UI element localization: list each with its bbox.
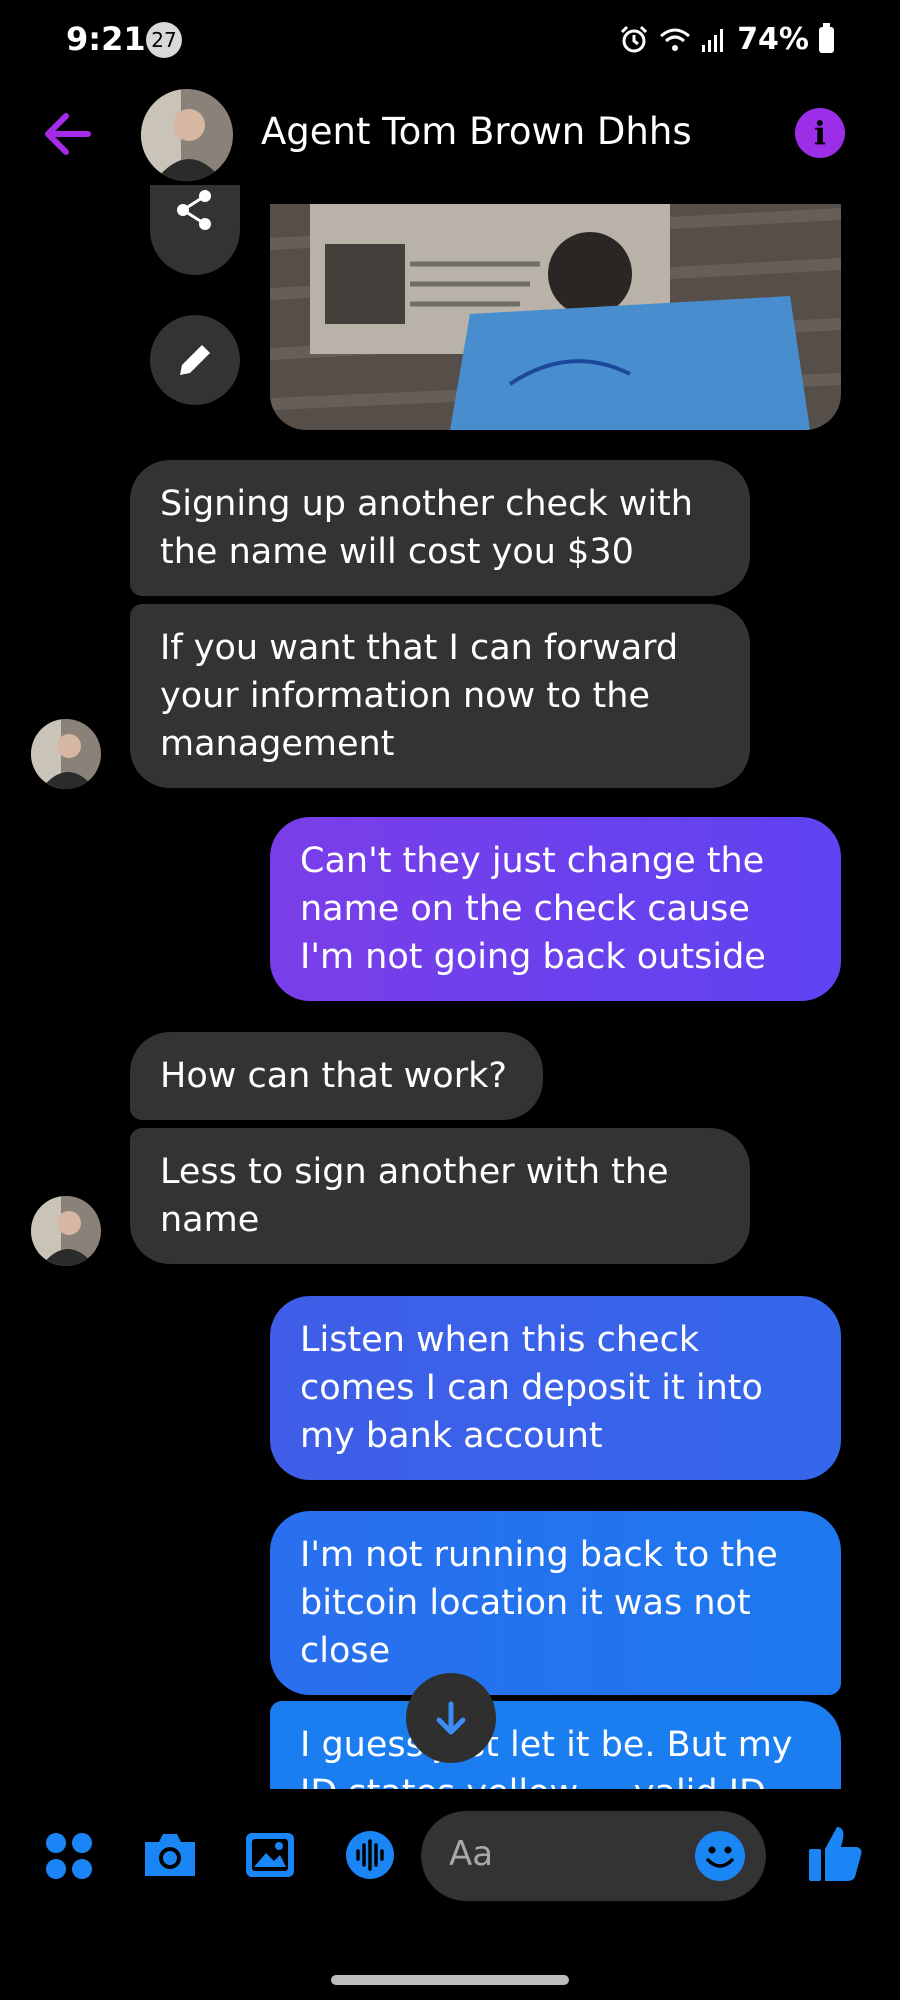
- battery-icon: [819, 22, 834, 53]
- message-received[interactable]: How can that work?: [130, 1032, 543, 1120]
- scroll-down-button[interactable]: [406, 1673, 496, 1763]
- info-icon: i: [813, 114, 827, 152]
- gallery-icon: [246, 1833, 294, 1877]
- like-button[interactable]: [807, 1823, 863, 1887]
- arrow-left-icon: [45, 113, 91, 155]
- signal-icon: [702, 28, 724, 52]
- apps-icon: [46, 1833, 92, 1879]
- sender-avatar[interactable]: [31, 1196, 101, 1266]
- gallery-button[interactable]: [244, 1831, 296, 1883]
- pencil-icon: [180, 345, 210, 375]
- alarm-icon: [621, 25, 648, 52]
- message-sent[interactable]: Listen when this check comes I can depos…: [270, 1296, 841, 1480]
- voice-button[interactable]: [345, 1830, 395, 1884]
- emoji-button[interactable]: [694, 1830, 746, 1886]
- battery-percent: 74%: [737, 22, 809, 57]
- wifi-icon: [660, 28, 691, 51]
- camera-button[interactable]: [141, 1830, 199, 1884]
- apps-button[interactable]: [44, 1831, 94, 1885]
- share-button[interactable]: [150, 185, 240, 275]
- voice-icon: [346, 1831, 394, 1879]
- home-indicator: [331, 1975, 569, 1985]
- message-received[interactable]: Signing up another check with the name w…: [130, 460, 750, 596]
- sender-avatar[interactable]: [31, 719, 101, 789]
- status-time: 9:21: [66, 20, 146, 58]
- message-received[interactable]: If you want that I can forward your info…: [130, 604, 750, 788]
- thumbs-up-icon: [809, 1827, 862, 1881]
- contact-avatar[interactable]: [141, 89, 233, 181]
- contact-name[interactable]: Agent Tom Brown Dhhs: [261, 110, 692, 153]
- message-sent[interactable]: I'm not running back to the bitcoin loca…: [270, 1511, 841, 1695]
- message-input-placeholder: Aa: [449, 1834, 494, 1874]
- arrow-down-icon: [436, 1701, 466, 1735]
- back-button[interactable]: [40, 106, 96, 162]
- edit-button[interactable]: [150, 315, 240, 405]
- camera-icon: [145, 1834, 195, 1876]
- message-sent[interactable]: Can't they just change the name on the c…: [270, 817, 841, 1001]
- status-icons: 74%: [619, 22, 834, 57]
- message-received[interactable]: Less to sign another with the name: [130, 1128, 750, 1264]
- shared-photo[interactable]: [270, 204, 841, 430]
- info-button[interactable]: i: [795, 108, 845, 158]
- notification-badge: 27: [146, 22, 182, 58]
- share-icon: [177, 190, 211, 230]
- emoji-icon: [695, 1831, 745, 1881]
- message-sent[interactable]: I guess just let it be. But my ID states…: [270, 1701, 841, 1789]
